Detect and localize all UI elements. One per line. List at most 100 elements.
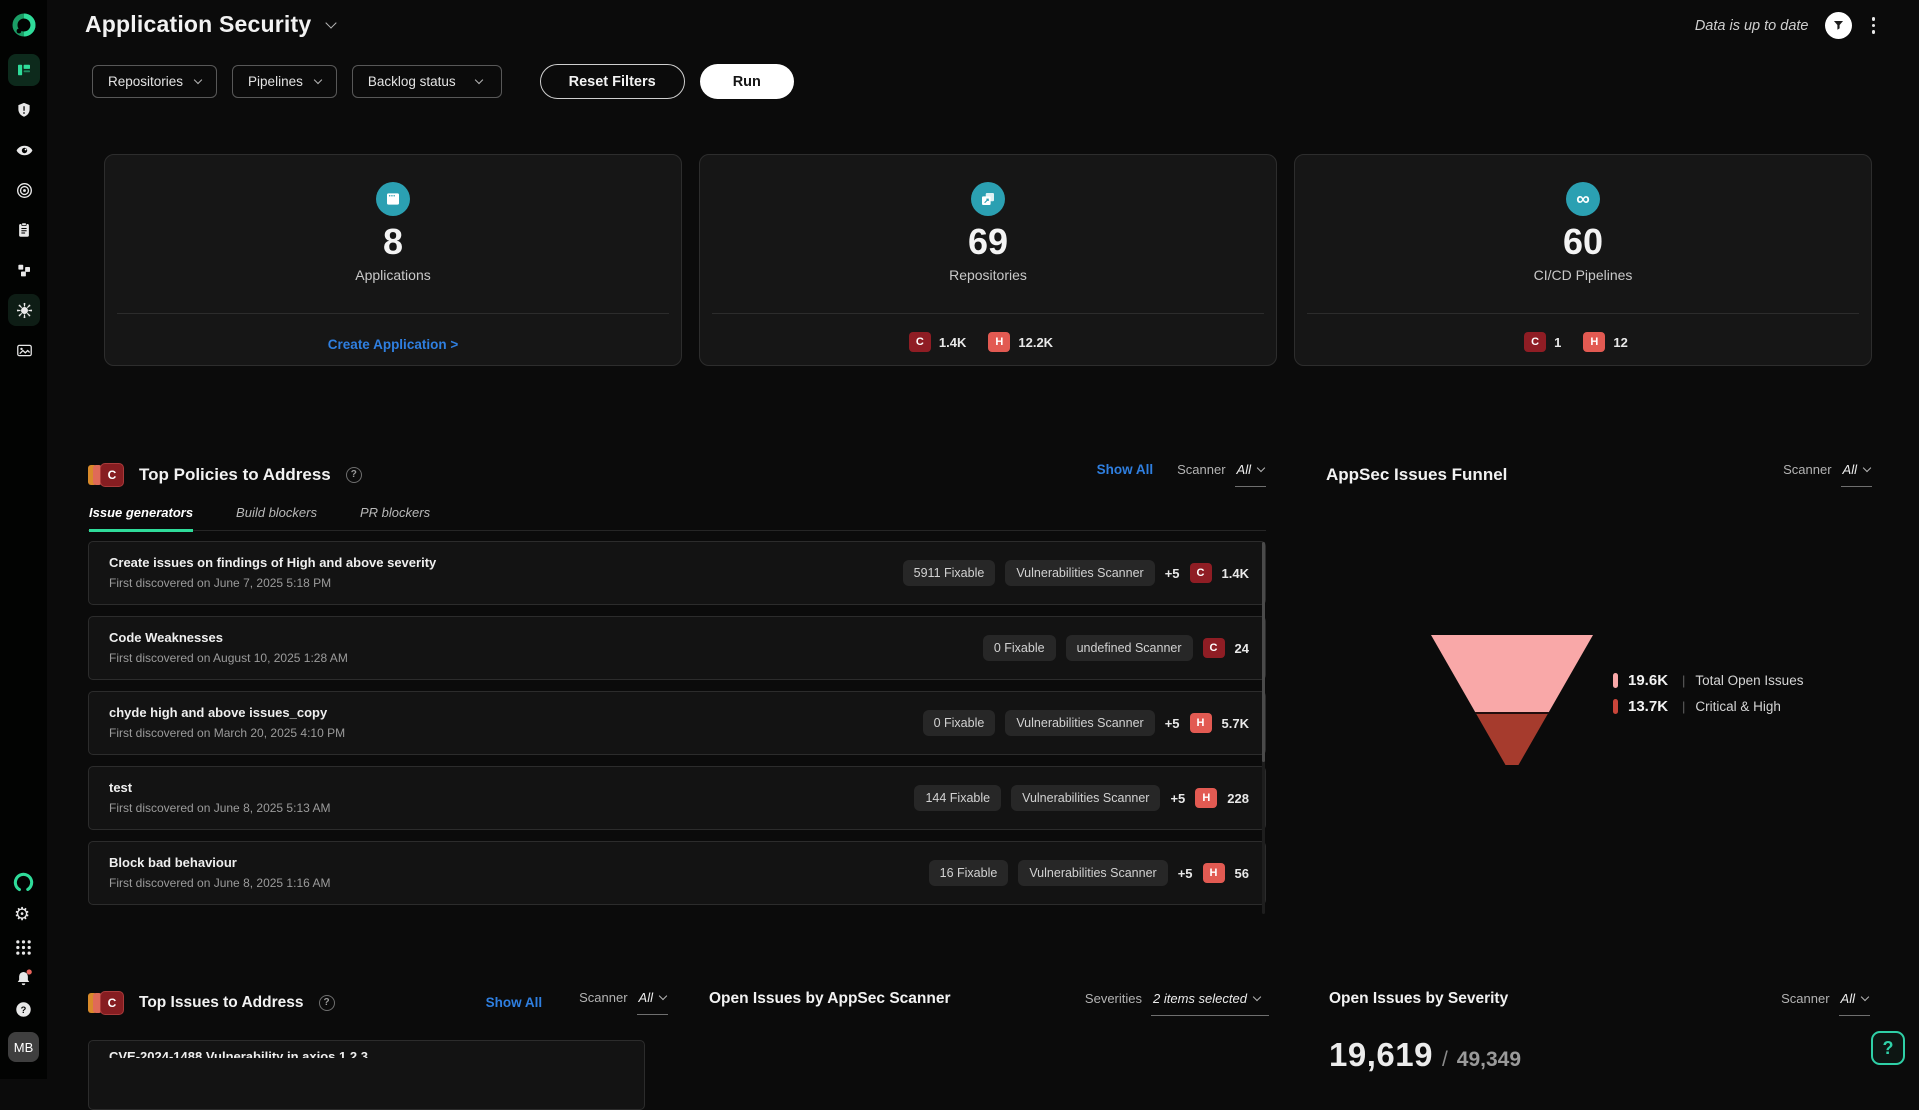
pipelines-filter-dropdown[interactable]: Pipelines	[232, 65, 337, 98]
create-application-link[interactable]: Create Application >	[328, 337, 458, 352]
chevron-down-icon	[194, 76, 202, 84]
help-icon[interactable]: ?	[15, 1001, 32, 1018]
help-tooltip-icon[interactable]: ?	[319, 995, 335, 1011]
repositories-card: 69 Repositories C 1.4K H 12.2K	[699, 154, 1277, 366]
top-issues-section: C Top Issues to Address ? Show All Scann…	[88, 990, 668, 1015]
cicd-label: CI/CD Pipelines	[1534, 267, 1633, 283]
help-fab-button[interactable]: ?	[1871, 1031, 1905, 1065]
scanner-label: Scanner	[1177, 462, 1225, 477]
header-right: Data is up to date	[1695, 12, 1879, 39]
open-issues-count: 19,619 / 49,349	[1329, 1036, 1521, 1074]
extra-count: +5	[1170, 791, 1185, 806]
sidebar-item-media[interactable]	[8, 334, 40, 366]
funnel-legend: 19.6K | Total Open Issues 13.7K | Critic…	[1613, 672, 1803, 715]
apps-grid-icon[interactable]	[15, 939, 32, 956]
funnel-chart	[1431, 635, 1593, 765]
appsec-funnel-section: AppSec Issues Funnel Scanner All 19.6K |…	[1326, 462, 1872, 487]
page-title-row: Application Security	[85, 11, 335, 38]
critical-badge: C	[909, 332, 931, 352]
issues-scanner-dropdown[interactable]: Scanner All	[579, 990, 668, 1015]
title-chevron-down-icon[interactable]	[326, 17, 337, 28]
chevron-down-icon	[1253, 993, 1261, 1001]
policies-scrollbar	[1262, 542, 1265, 914]
policies-scanner-dropdown[interactable]: Scanner All	[1177, 462, 1266, 487]
by-scanner-section: Open Issues by AppSec Scanner Severities…	[709, 990, 1269, 1016]
reset-filters-button[interactable]: Reset Filters	[540, 64, 685, 99]
help-tooltip-icon[interactable]: ?	[346, 467, 362, 483]
policies-show-all-link[interactable]: Show All	[1097, 462, 1154, 477]
applications-card: 8 Applications Create Application >	[104, 154, 682, 366]
severities-dropdown[interactable]: Severities 2 items selected	[1085, 991, 1269, 1016]
cicd-severity-badges: C 1 H 12	[1295, 332, 1871, 352]
top-issues-title: Top Issues to Address	[139, 994, 304, 1012]
cicd-infinity-icon: ∞	[1566, 182, 1600, 216]
issue-row-clipped[interactable]: CVE-2024-1488 Vulnerability in axios 1.2…	[88, 1040, 645, 1110]
backlog-status-filter-dropdown[interactable]: Backlog status	[352, 65, 502, 98]
legend-label: Total Open Issues	[1695, 673, 1803, 688]
policy-row[interactable]: test First discovered on June 8, 2025 5:…	[88, 766, 1266, 830]
severities-value: 2 items selected	[1153, 991, 1247, 1006]
legend-marker-total	[1613, 673, 1618, 688]
policies-icon: C	[88, 463, 124, 487]
scanner-label: Scanner	[1781, 991, 1829, 1006]
policy-row[interactable]: Create issues on findings of High and ab…	[88, 541, 1266, 605]
dashboard-icon	[15, 61, 33, 79]
high-count: 12.2K	[1018, 335, 1053, 350]
issues-show-all-link[interactable]: Show All	[486, 995, 543, 1010]
divider	[1307, 313, 1859, 314]
repositories-severity-badges: C 1.4K H 12.2K	[700, 332, 1276, 352]
tab-pr-blockers[interactable]: PR blockers	[360, 505, 430, 530]
fixable-pill: 5911 Fixable	[903, 560, 996, 586]
sidebar-item-bug[interactable]	[8, 294, 40, 326]
count-separator: /	[1442, 1048, 1448, 1072]
issue-title: CVE-2024-1488 Vulnerability in axios 1.2…	[109, 1049, 628, 1058]
policy-row[interactable]: Block bad behaviour First discovered on …	[88, 841, 1266, 905]
user-avatar[interactable]: MB	[8, 1032, 39, 1062]
divider	[117, 313, 669, 314]
ox-ring-icon[interactable]	[12, 871, 35, 894]
policy-row[interactable]: chyde high and above issues_copy First d…	[88, 691, 1266, 755]
legend-marker-critical-high	[1613, 699, 1618, 714]
cicd-pipelines-card: ∞ 60 CI/CD Pipelines C 1 H 12	[1294, 154, 1872, 366]
sidebar-item-shield-alert[interactable]	[8, 94, 40, 126]
bug-icon	[15, 301, 34, 320]
notifications-bell-icon[interactable]	[13, 968, 34, 989]
tab-build-blockers[interactable]: Build blockers	[236, 505, 317, 530]
sidebar-item-clipboard[interactable]	[8, 214, 40, 246]
run-button[interactable]: Run	[700, 64, 794, 99]
scanner-pill: Vulnerabilities Scanner	[1018, 860, 1167, 886]
severity-badge: H	[1203, 863, 1225, 883]
fixable-pill: 0 Fixable	[983, 635, 1056, 661]
legend-separator: |	[1682, 673, 1685, 688]
tab-issue-generators[interactable]: Issue generators	[89, 505, 193, 532]
chevron-down-icon	[659, 992, 667, 1000]
scanner-pill: undefined Scanner	[1066, 635, 1193, 661]
page-title: Application Security	[85, 11, 311, 38]
severity-badge: H	[1190, 713, 1212, 733]
divider	[712, 313, 1264, 314]
settings-gear-icon[interactable]: ⚙	[14, 905, 30, 923]
severities-label: Severities	[1085, 991, 1142, 1006]
chevron-down-icon	[1257, 464, 1265, 472]
funnel-segment-total	[1431, 635, 1593, 712]
sidebar-item-dashboard[interactable]	[8, 54, 40, 86]
filter-bar: Repositories Pipelines Backlog status Re…	[92, 64, 794, 99]
scrollbar-thumb[interactable]	[1262, 542, 1265, 762]
filter-funnel-button[interactable]	[1825, 12, 1852, 39]
severity-scanner-dropdown[interactable]: Scanner All	[1781, 991, 1870, 1016]
stats-row: 8 Applications Create Application > 69 R…	[104, 154, 1872, 366]
sidebar-item-visibility[interactable]	[8, 134, 40, 166]
applications-count: 8	[383, 221, 403, 263]
policies-tabs: Issue generators Build blockers PR block…	[88, 505, 1266, 531]
sidebar: ⚙ ? MB	[0, 0, 47, 1079]
more-options-kebab-icon[interactable]	[1868, 13, 1880, 38]
issues-icon: C	[88, 991, 124, 1015]
scanner-value: All	[1843, 462, 1857, 477]
policy-row[interactable]: Code Weaknesses First discovered on Augu…	[88, 616, 1266, 680]
sidebar-item-target[interactable]	[8, 174, 40, 206]
scanner-pill: Vulnerabilities Scanner	[1005, 710, 1154, 736]
repositories-filter-dropdown[interactable]: Repositories	[92, 65, 217, 98]
funnel-scanner-dropdown[interactable]: Scanner All	[1783, 462, 1872, 487]
sidebar-item-blocks[interactable]	[8, 254, 40, 286]
repositories-icon	[971, 182, 1005, 216]
